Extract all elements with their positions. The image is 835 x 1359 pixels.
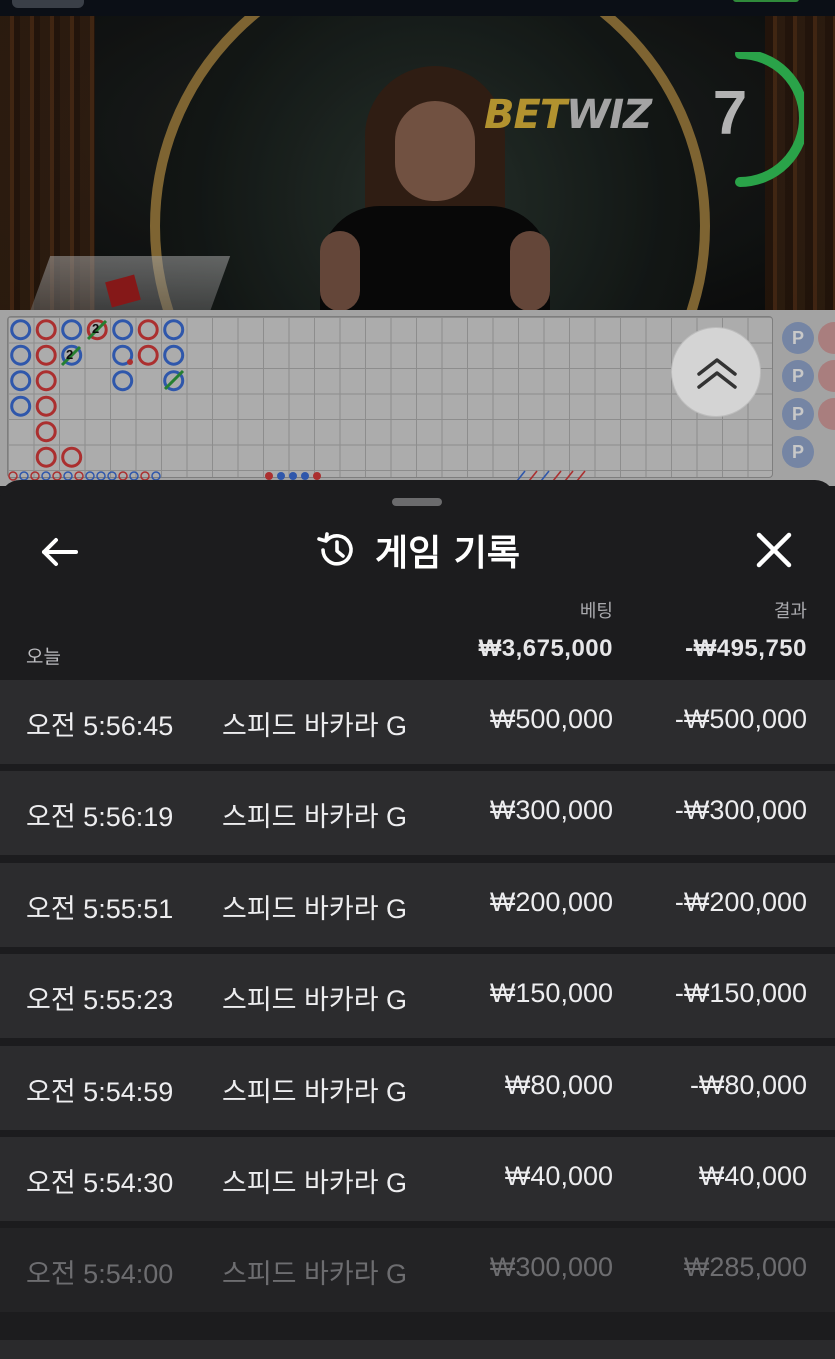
row-time: 오전 5:54:59 [26,1076,174,1107]
row-bet: ₩300,000 [489,795,613,826]
row-result: -₩150,000 [674,978,807,1009]
summary-total-bet: ₩3,675,000 [478,635,613,662]
history-clock-icon [317,532,353,566]
bottom-bar [0,1340,835,1359]
history-row[interactable]: 오전 5:55:51 스피드 바카라 G ₩200,000 -₩200,000 [0,862,835,947]
row-bet: ₩40,000 [504,1160,613,1191]
summary-label-today: 오늘 [26,646,61,668]
game-history-sheet: 게임 기록 베팅 결과 오늘 ₩3,675,000 -₩495,750 오전 5… [0,480,835,1359]
row-result: ₩285,000 [683,1252,807,1283]
row-game: 스피드 바카라 G [222,1167,408,1198]
countdown-value: 7 [712,79,748,148]
player-bead: P [782,436,814,468]
row-game: 스피드 바카라 G [222,711,408,741]
banker-bead [818,360,835,392]
row-time: 오전 5:55:51 [26,893,174,924]
row-game: 스피드 바카라 G [222,1076,408,1107]
row-bet: ₩200,000 [489,886,613,917]
row-result: -₩80,000 [689,1069,807,1100]
brand-logo-part1: BET [484,92,567,138]
history-row[interactable]: 오전 5:54:00 스피드 바카라 G ₩300,000 ₩285,000 [0,1228,835,1313]
row-game: 스피드 바카라 G [222,893,408,924]
history-row[interactable]: 오전 5:54:30 스피드 바카라 G ₩40,000 ₩40,000 [0,1136,835,1221]
row-result: -₩300,000 [674,795,807,826]
tie-count-label: 2 [66,347,74,362]
row-result: -₩200,000 [674,886,807,917]
row-bet: ₩500,000 [489,704,613,734]
row-game: 스피드 바카라 G [222,985,408,1016]
top-left-pill[interactable] [12,0,84,8]
big-road-grid[interactable]: 2 2 [7,316,773,478]
history-list: 오전 5:56:45 스피드 바카라 G ₩500,000 -₩500,000 … [0,680,835,1320]
sheet-header: 게임 기록 [0,520,835,580]
page-title: 게임 기록 [374,533,520,574]
row-bet: ₩150,000 [489,978,613,1009]
player-bead: P [782,398,814,430]
bead-plate-column[interactable]: P P P P [778,316,835,481]
row-bet: ₩300,000 [489,1252,613,1283]
expand-roadmap-button[interactable] [671,327,761,417]
history-row[interactable]: 오전 5:54:59 스피드 바카라 G ₩80,000 -₩80,000 [0,1045,835,1130]
close-button[interactable] [752,528,796,572]
live-dealer-video: BETWIZ 7 [0,16,835,310]
row-time: 오전 5:54:30 [26,1167,174,1198]
history-row[interactable]: 오전 5:56:45 스피드 바카라 G ₩500,000 -₩500,000 [0,680,835,764]
top-status-strip [0,0,835,16]
row-game: 스피드 바카라 G [222,802,408,833]
sheet-drag-handle[interactable] [392,498,442,506]
history-row[interactable]: 오전 5:56:19 스피드 바카라 G ₩300,000 -₩300,000 [0,771,835,856]
row-result: -₩500,000 [674,704,807,734]
banker-bead [818,398,835,430]
summary-total-result: -₩495,750 [685,635,807,662]
row-bet: ₩80,000 [504,1069,613,1100]
player-bead: P [782,322,814,354]
brand-logo: BETWIZ [484,92,652,138]
brand-logo-part2: WIZ [566,92,652,138]
row-time: 오전 5:56:45 [26,711,174,741]
close-x-icon [756,532,792,568]
row-result: ₩40,000 [698,1160,807,1191]
row-time: 오전 5:54:00 [26,1259,174,1290]
betting-countdown-timer: 7 [700,52,804,192]
player-bead: P [782,360,814,392]
row-game: 스피드 바카라 G [222,1259,408,1290]
double-chevron-up-icon [697,358,737,389]
column-header-result: 결과 [773,601,807,622]
row-time: 오전 5:55:23 [26,985,174,1016]
column-header-bet: 베팅 [579,601,613,622]
row-time: 오전 5:56:19 [26,802,174,833]
banker-bead [818,322,835,354]
history-row[interactable]: 오전 5:55:23 스피드 바카라 G ₩150,000 -₩150,000 [0,954,835,1039]
tie-count-label: 2 [92,321,100,336]
top-right-balance-pill[interactable] [733,0,799,2]
